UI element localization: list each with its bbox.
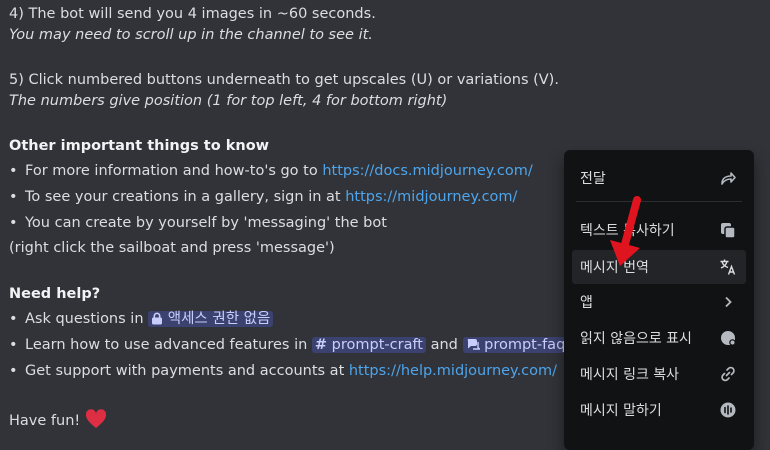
channel-mention-prompt-faqs[interactable]: prompt-faqs [462, 337, 576, 353]
mark-unread-icon [718, 328, 738, 348]
menu-item-forward[interactable]: 전달 [572, 161, 746, 195]
help-heading: Need help? [9, 286, 101, 302]
copy-icon [718, 220, 738, 240]
fun-text: Have fun! [9, 409, 107, 431]
list-item: • You can create by yourself by 'messagin… [9, 215, 387, 231]
lock-icon [152, 312, 163, 325]
menu-item-translate[interactable]: 메시지 번역 [572, 250, 746, 284]
step4-text: 4) The bot will send you 4 images in ~60… [9, 6, 376, 22]
chevron-right-icon [718, 292, 738, 312]
forward-icon [718, 168, 738, 188]
docs-link[interactable]: https://docs.midjourney.com/ [322, 163, 532, 179]
other-heading: Other important things to know [9, 138, 270, 154]
create-note: (right click the sailboat and press 'mes… [9, 240, 335, 256]
speak-icon [718, 400, 738, 420]
channel-mention-prompt-craft[interactable]: # prompt-craft [311, 337, 426, 353]
step5-text: 5) Click numbered buttons underneath to … [9, 72, 559, 88]
channel-mention-locked[interactable]: 액세스 권한 없음 [148, 311, 274, 327]
menu-item-copy-text[interactable]: 텍스트 복사하기 [572, 213, 746, 247]
list-item: • For more information and how-to's go to… [9, 163, 533, 179]
menu-divider [576, 201, 742, 202]
list-item: • Get support with payments and accounts … [9, 363, 558, 379]
menu-item-speak[interactable]: 메시지 말하기 [572, 393, 746, 427]
heart-icon [85, 409, 106, 428]
menu-item-copy-link[interactable]: 메시지 링크 복사 [572, 357, 746, 391]
translate-icon [718, 257, 738, 277]
help-link[interactable]: https://help.midjourney.com/ [349, 363, 557, 379]
context-menu: 전달 텍스트 복사하기 메시지 번역 앱 읽지 않음으로 표시 메시지 링크 복… [564, 150, 754, 450]
step4-note: You may need to scroll up in the channel… [9, 27, 373, 43]
forum-icon [467, 339, 481, 350]
menu-item-apps[interactable]: 앱 [572, 285, 746, 319]
list-item: • Learn how to use advanced features in #… [9, 335, 576, 355]
hash-icon: # [314, 337, 328, 353]
list-item: • Ask questions in 액세스 권한 없음 [9, 309, 274, 329]
link-icon [718, 364, 738, 384]
midjourney-link[interactable]: https://midjourney.com/ [345, 189, 517, 205]
list-item: • To see your creations in a gallery, sig… [9, 189, 518, 205]
menu-item-mark-unread[interactable]: 읽지 않음으로 표시 [572, 321, 746, 355]
step5-note: The numbers give position (1 for top lef… [9, 93, 448, 109]
